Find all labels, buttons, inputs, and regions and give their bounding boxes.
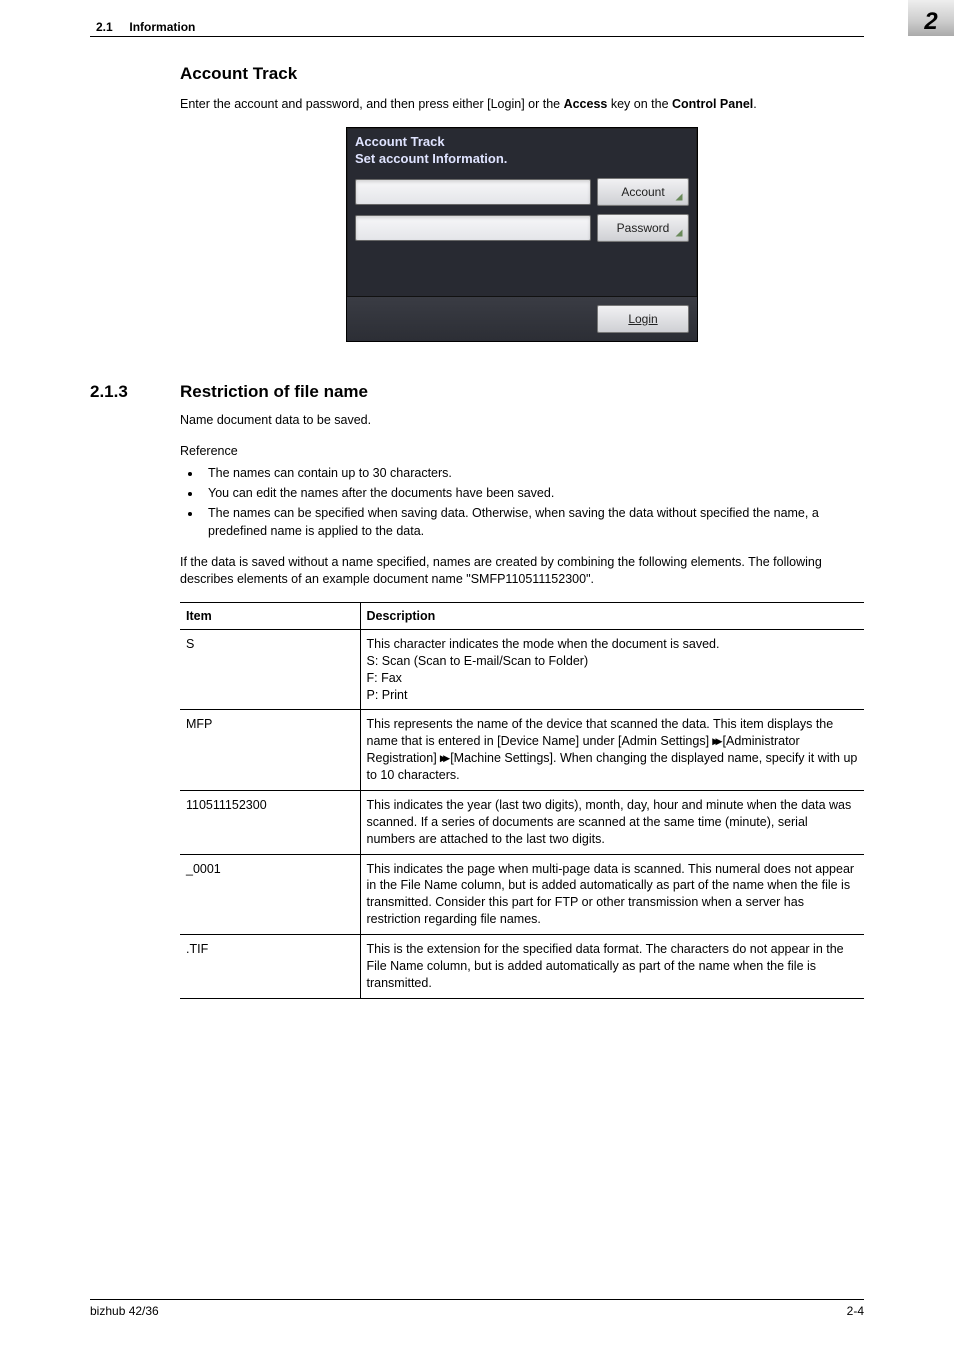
account-button[interactable]: Account [597,178,689,206]
reference-list: The names can contain up to 30 character… [180,464,864,541]
ref-item: The names can contain up to 30 character… [202,464,864,482]
sec213-p2: If the data is saved without a name spec… [180,554,864,588]
login-label: Login [628,312,657,326]
intro-access: Access [564,97,608,111]
chapter-badge: 2 [908,0,954,36]
screen-subtitle: Set account Information. [347,151,697,174]
table-row: _0001 This indicates the page when multi… [180,854,864,935]
page-footer: bizhub 42/36 2-4 [90,1299,864,1318]
table-row: .TIF This is the extension for the speci… [180,935,864,999]
cell-desc: This indicates the page when multi-page … [360,854,864,935]
table-row: 110511152300 This indicates the year (la… [180,790,864,854]
table-row: MFP This represents the name of the devi… [180,710,864,791]
header-section-title: Information [129,20,195,34]
ref-item: The names can be specified when saving d… [202,504,864,540]
table-row: S This character indicates the mode when… [180,629,864,710]
running-header: 2.1 Information [90,0,864,34]
section-number: 2.1.3 [90,382,152,402]
th-description: Description [360,602,864,629]
cell-desc: This indicates the year (last two digits… [360,790,864,854]
account-track-heading: Account Track [180,64,864,84]
screen-title: Account Track [347,128,697,151]
login-button[interactable]: Login [597,305,689,333]
intro-post: . [753,97,756,111]
cell-item: S [180,629,360,710]
intro-controlpanel: Control Panel [672,97,753,111]
section-2-1-3-header: 2.1.3 Restriction of file name [90,382,864,402]
account-label: Account [621,185,664,199]
cell-desc: This is the extension for the specified … [360,935,864,999]
cell-item: _0001 [180,854,360,935]
header-section-number: 2.1 [96,20,113,34]
account-track-intro: Enter the account and password, and then… [180,96,864,113]
account-input[interactable] [355,179,591,205]
chapter-number: 2 [924,0,937,44]
cell-item: MFP [180,710,360,791]
cell-item: 110511152300 [180,790,360,854]
device-screenshot: Account Track Set account Information. A… [346,127,698,342]
cell-desc: This represents the name of the device t… [360,710,864,791]
cell-desc: This character indicates the mode when t… [360,629,864,710]
filename-elements-table: Item Description S This character indica… [180,602,864,999]
cell-item: .TIF [180,935,360,999]
sec213-p1: Name document data to be saved. [180,412,864,429]
footer-right: 2-4 [847,1304,864,1318]
password-button[interactable]: Password [597,214,689,242]
header-rule [90,36,864,37]
section-title: Restriction of file name [180,382,368,402]
footer-left: bizhub 42/36 [90,1304,159,1318]
ref-item: You can edit the names after the documen… [202,484,864,502]
intro-pre: Enter the account and password, and then… [180,97,564,111]
password-label: Password [617,221,670,235]
intro-mid: key on the [607,97,672,111]
reference-label: Reference [180,443,864,460]
password-input[interactable] [355,215,591,241]
th-item: Item [180,602,360,629]
